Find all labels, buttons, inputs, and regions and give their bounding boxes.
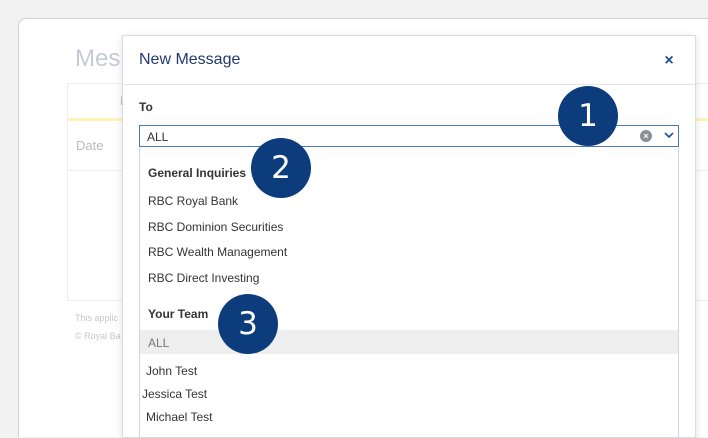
recipient-dropdown-list: General Inquiries RBC Royal Bank RBC Dom… xyxy=(139,148,679,438)
clear-icon[interactable]: × xyxy=(640,130,652,142)
chevron-down-icon[interactable] xyxy=(662,128,676,142)
option-all-label: ALL xyxy=(148,336,170,350)
background-footer-copyright: © Royal Ba xyxy=(75,331,121,341)
option-rbc-wealth-management[interactable]: RBC Wealth Management xyxy=(148,245,287,259)
callout-badge-1: 1 xyxy=(558,86,618,146)
option-john-test[interactable]: John Test xyxy=(146,364,197,378)
to-label: To xyxy=(139,100,153,114)
background-page-title: Mes xyxy=(75,45,121,72)
callout-badge-2: 2 xyxy=(251,138,311,198)
background-footer-disclaimer: This applic xyxy=(75,313,119,323)
group-label-general-inquiries: General Inquiries xyxy=(148,166,247,180)
option-jessica-test[interactable]: Jessica Test xyxy=(142,387,207,401)
option-michael-test[interactable]: Michael Test xyxy=(146,410,212,424)
option-rbc-direct-investing[interactable]: RBC Direct Investing xyxy=(148,271,259,285)
recipient-select-value: ALL xyxy=(147,130,169,144)
group-label-your-team: Your Team xyxy=(148,307,209,321)
dialog-header: New Message × xyxy=(123,36,695,85)
option-rbc-dominion-securities[interactable]: RBC Dominion Securities xyxy=(148,220,283,234)
option-rbc-royal-bank[interactable]: RBC Royal Bank xyxy=(148,194,238,208)
background-date-header: Date xyxy=(76,138,104,153)
callout-badge-3: 3 xyxy=(218,294,278,354)
close-button[interactable]: × xyxy=(661,53,677,69)
dialog-title: New Message xyxy=(139,51,241,68)
